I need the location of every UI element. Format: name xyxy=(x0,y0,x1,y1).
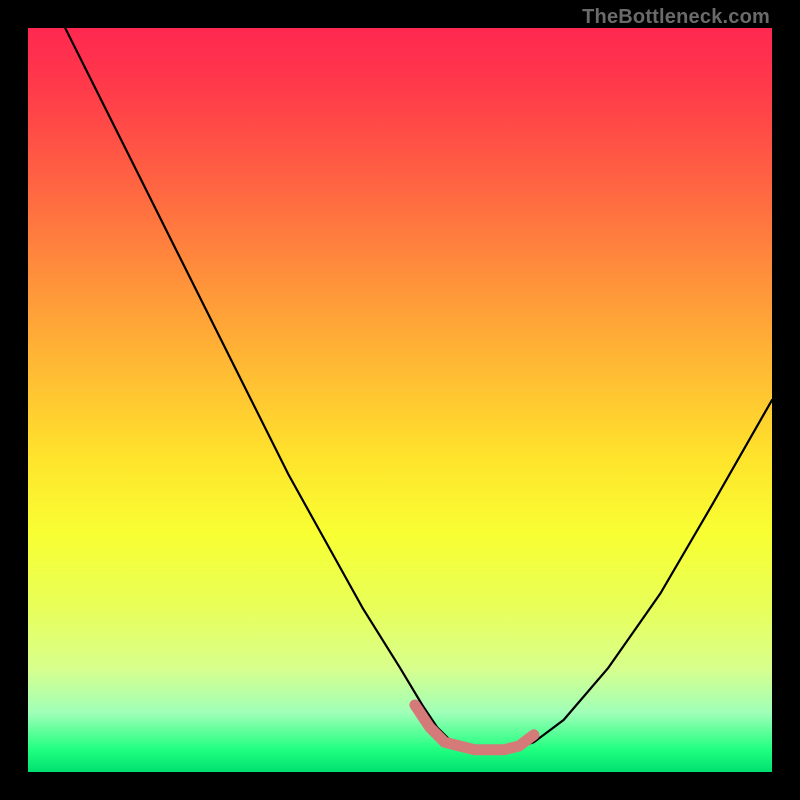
plot-area xyxy=(28,28,772,772)
highlight-zone xyxy=(415,705,534,750)
chart-frame: TheBottleneck.com xyxy=(0,0,800,800)
watermark-text: TheBottleneck.com xyxy=(582,6,770,29)
bottleneck-curve xyxy=(65,28,772,750)
curve-layer xyxy=(28,28,772,772)
